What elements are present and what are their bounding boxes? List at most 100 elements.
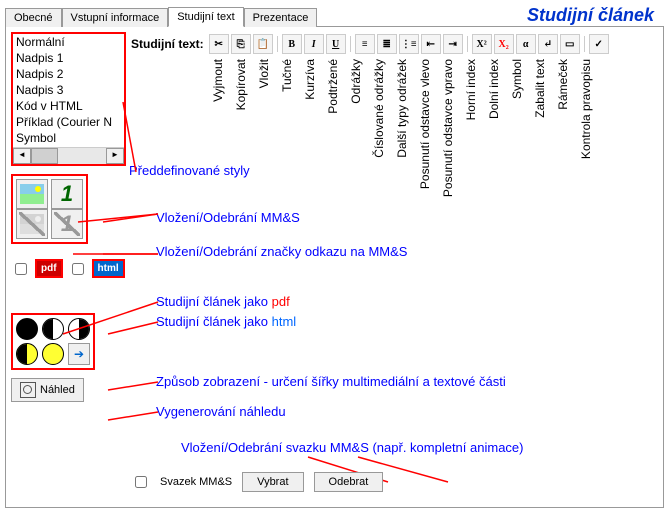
spellcheck-icon: ✓ — [594, 39, 602, 50]
insert-mm-ref-button[interactable]: 1 — [51, 179, 83, 209]
bullets-icon: ≡ — [362, 39, 368, 50]
html-badge[interactable]: html — [92, 259, 125, 278]
layout-option-left[interactable] — [42, 318, 64, 340]
wrap-icon: ↵ — [543, 39, 551, 50]
style-item[interactable]: Symbol — [13, 130, 124, 146]
svazek-label: Svazek MM&S — [160, 476, 232, 488]
style-item[interactable]: Nadpis 2 — [13, 66, 124, 82]
toolbar-tooltips: Vyjmout Kopírovat Vložit Tučné Kurzíva P… — [131, 59, 658, 229]
tooltip-label: Symbol — [510, 59, 524, 99]
annotation-gen-preview: Vygenerování náhledu — [156, 404, 286, 419]
html-checkbox[interactable] — [72, 263, 84, 275]
underline-button[interactable]: U — [326, 34, 346, 54]
tab-bar: Obecné Vstupní informace Studijní text P… — [5, 5, 664, 27]
symbol-button[interactable]: α — [516, 34, 536, 54]
cut-button[interactable]: ✂ — [209, 34, 229, 54]
layout-option-yellow[interactable] — [42, 343, 64, 365]
insert-mm-image-button[interactable] — [16, 179, 48, 209]
tooltip-label: Odrážky — [349, 59, 363, 104]
page-title: Studijní článek — [527, 5, 664, 26]
scissors-icon: ✂ — [214, 39, 222, 50]
border-icon: ▭ — [565, 39, 574, 50]
paste-icon: 📋 — [256, 39, 268, 50]
bundle-row: Svazek MM&S Vybrat Odebrat — [131, 472, 383, 492]
pdf-badge[interactable]: pdf — [35, 259, 63, 278]
export-row: pdf html — [11, 259, 126, 278]
spellcheck-button[interactable]: ✓ — [589, 34, 609, 54]
symbol-icon: α — [523, 39, 529, 50]
tooltip-label: Vyjmout — [211, 59, 225, 102]
tooltip-label: Kurzíva — [303, 59, 317, 100]
tab-content: Normální Nadpis 1 Nadpis 2 Nadpis 3 Kód … — [5, 27, 664, 508]
numbered-button[interactable]: ≣ — [377, 34, 397, 54]
tooltip-label: Další typy odrážek — [395, 59, 409, 158]
list-types-icon: ⋮≡ — [401, 39, 417, 50]
annotation-as-html: Studijní článek jako html — [156, 314, 296, 329]
layout-option-ylhalf[interactable] — [16, 343, 38, 365]
picture-icon — [20, 214, 44, 234]
number-one-icon: 1 — [61, 211, 73, 237]
mm-icon-group: 1 1 — [11, 174, 88, 244]
tooltip-label: Číslované odrážky — [372, 59, 386, 158]
scroll-thumb[interactable] — [31, 148, 58, 164]
style-list[interactable]: Normální Nadpis 1 Nadpis 2 Nadpis 3 Kód … — [11, 32, 126, 166]
svazek-checkbox[interactable] — [135, 476, 147, 488]
italic-icon: I — [312, 39, 316, 50]
tab-vstupni-informace[interactable]: Vstupní informace — [62, 8, 169, 27]
wrap-text-button[interactable]: ↵ — [538, 34, 558, 54]
right-panel: Studijní text: ✂ ⎘ 📋 B I U ≡ ≣ ⋮≡ ⇤ ⇥ X²… — [126, 32, 658, 502]
indent-button[interactable]: ⇥ — [443, 34, 463, 54]
tab-prezentace[interactable]: Prezentace — [244, 8, 318, 27]
superscript-button[interactable]: X² — [472, 34, 492, 54]
pdf-checkbox[interactable] — [15, 263, 27, 275]
subscript-button[interactable]: X₂ — [494, 34, 514, 54]
annotation-display-width: Způsob zobrazení - určení šířky multimed… — [156, 374, 506, 389]
annotation-bundle-insert: Vložení/Odebrání svazku MM&S (např. komp… — [181, 440, 523, 455]
layout-option-full[interactable] — [16, 318, 38, 340]
numbered-list-icon: ≣ — [382, 39, 390, 50]
left-panel: Normální Nadpis 1 Nadpis 2 Nadpis 3 Kód … — [11, 32, 126, 502]
tooltip-label: Podtržené — [326, 59, 340, 114]
layout-option-right[interactable] — [68, 318, 90, 340]
number-one-icon: 1 — [61, 181, 73, 207]
tooltip-label: Tučné — [280, 59, 294, 92]
tooltip-label: Posunutí odstavce vlevo — [418, 59, 432, 189]
style-item[interactable]: Nadpis 1 — [13, 50, 124, 66]
style-item[interactable]: Nadpis 3 — [13, 82, 124, 98]
odebrat-button[interactable]: Odebrat — [314, 472, 384, 492]
tab-obecne[interactable]: Obecné — [5, 8, 62, 27]
remove-mm-ref-button[interactable]: 1 — [51, 209, 83, 239]
superscript-icon: X² — [477, 39, 487, 50]
magnifier-icon — [20, 382, 36, 398]
border-button[interactable]: ▭ — [560, 34, 580, 54]
annotation-as-pdf: Studijní článek jako pdf — [156, 294, 290, 309]
outdent-icon: ⇤ — [426, 39, 434, 50]
style-item[interactable]: Kód v HTML — [13, 98, 124, 114]
generate-preview-button[interactable]: ➔ — [68, 343, 90, 365]
bold-button[interactable]: B — [282, 34, 302, 54]
preview-button-label: Náhled — [40, 384, 75, 396]
scroll-left-icon[interactable]: ◄ — [13, 148, 31, 164]
tooltip-label: Vložit — [257, 59, 271, 88]
tooltip-label: Kopírovat — [234, 59, 248, 110]
tooltip-label: Horní index — [464, 59, 478, 120]
italic-button[interactable]: I — [304, 34, 324, 54]
tooltip-label: Zabalit text — [533, 59, 547, 118]
style-item[interactable]: Normální — [13, 34, 124, 50]
bullets-button[interactable]: ≡ — [355, 34, 375, 54]
copy-button[interactable]: ⎘ — [231, 34, 251, 54]
picture-icon — [20, 184, 44, 204]
paste-button[interactable]: 📋 — [253, 34, 273, 54]
annotation-predef-styles: Předdefinované styly — [129, 164, 250, 178]
remove-mm-image-button[interactable] — [16, 209, 48, 239]
outdent-button[interactable]: ⇤ — [421, 34, 441, 54]
underline-icon: U — [332, 39, 339, 50]
tab-studijni-text[interactable]: Studijní text — [168, 7, 243, 27]
style-item[interactable]: Příklad (Courier N — [13, 114, 124, 130]
vybrat-button[interactable]: Vybrat — [242, 472, 303, 492]
arrow-right-icon: ➔ — [74, 347, 84, 361]
scroll-right-icon[interactable]: ► — [106, 148, 124, 164]
bullet-types-button[interactable]: ⋮≡ — [399, 34, 419, 54]
horizontal-scrollbar[interactable]: ◄ ► — [13, 147, 124, 164]
preview-button[interactable]: Náhled — [11, 378, 84, 402]
